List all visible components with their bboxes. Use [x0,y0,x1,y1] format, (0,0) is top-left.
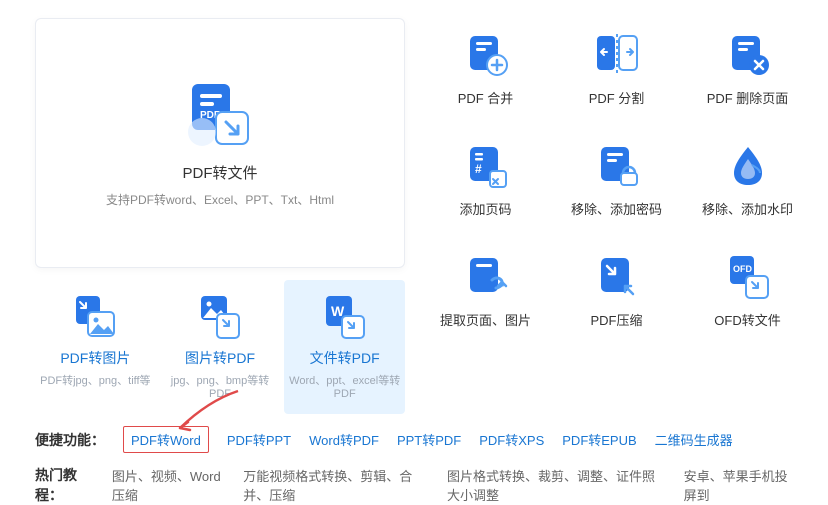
pdf-to-file-icon: PDF [184,78,256,150]
grid-label-1: PDF 分割 [560,88,673,107]
pdf-merge-card[interactable]: PDF 合并 [425,18,546,119]
sub-title-2: 文件转PDF [288,348,401,368]
pdf-extract-card[interactable]: 提取页面、图片 [425,240,546,341]
grid-label-4: 移除、添加密码 [560,199,673,218]
quick-label: 便捷功能： [35,430,105,450]
pdf-to-image-card[interactable]: PDF转图片 PDF转jpg、png、tiff等 [35,280,156,414]
add-page-numbers-icon: # [462,141,510,189]
grid-label-5: 移除、添加水印 [691,199,804,218]
grid-label-6: 提取页面、图片 [429,310,542,329]
grid-label-0: PDF 合并 [429,88,542,107]
quick-link-pdf-to-word[interactable]: PDF转Word [123,426,209,453]
ofd-convert-card[interactable]: OFD OFD转文件 [687,240,808,341]
hot-link-1[interactable]: 万能视频格式转换、剪辑、合并、压缩 [243,466,429,504]
quick-link-pdf-to-xps[interactable]: PDF转XPS [479,430,544,449]
add-page-numbers-card[interactable]: # 添加页码 [425,129,546,230]
grid-label-7: PDF压缩 [560,310,673,329]
hot-label: 热门教程： [35,465,94,505]
image-to-pdf-icon [197,294,243,340]
hero-subtitle: 支持PDF转word、Excel、PPT、Txt、Html [106,191,334,208]
grid-label-8: OFD转文件 [691,310,804,329]
pdf-password-card[interactable]: 移除、添加密码 [556,129,677,230]
pdf-delete-pages-card[interactable]: PDF 删除页面 [687,18,808,119]
grid-label-3: 添加页码 [429,199,542,218]
quick-link-pdf-to-epub[interactable]: PDF转EPUB [562,430,636,449]
file-to-pdf-icon: W [322,294,368,340]
hot-tutorials-row: 热门教程： 图片、视频、Word压缩 万能视频格式转换、剪辑、合并、压缩 图片格… [35,465,793,505]
sub-desc-2: Word、ppt、excel等转PDF [288,372,401,400]
hot-link-2[interactable]: 图片格式转换、裁剪、调整、证件照大小调整 [447,466,666,504]
svg-text:#: # [475,162,482,176]
pdf-watermark-card[interactable]: 移除、添加水印 [687,129,808,230]
ofd-convert-icon: OFD [724,252,772,300]
pdf-compress-card[interactable]: PDF压缩 [556,240,677,341]
pdf-password-icon [593,141,641,189]
pdf-to-file-card[interactable]: PDF PDF转文件 支持PDF转word、Excel、PPT、Txt、Html [35,18,405,268]
quick-link-word-to-pdf[interactable]: Word转PDF [309,430,379,449]
quick-functions-row: 便捷功能： PDF转Word PDF转PPT Word转PDF PPT转PDF … [35,426,793,453]
pdf-split-icon [593,30,641,78]
grid-label-2: PDF 删除页面 [691,88,804,107]
pdf-compress-icon [593,252,641,300]
svg-text:OFD: OFD [733,264,752,274]
sub-desc-1: jpg、png、bmp等转PDF [164,372,277,400]
quick-link-qrcode[interactable]: 二维码生成器 [655,430,733,449]
quick-link-pdf-to-ppt[interactable]: PDF转PPT [227,430,291,449]
sub-title-1: 图片转PDF [164,348,277,368]
quick-link-ppt-to-pdf[interactable]: PPT转PDF [397,430,461,449]
sub-title-0: PDF转图片 [39,348,152,368]
hot-link-3[interactable]: 安卓、苹果手机投屏到 [684,466,793,504]
pdf-extract-icon [462,252,510,300]
pdf-split-card[interactable]: PDF 分割 [556,18,677,119]
pdf-to-image-icon [72,294,118,340]
hot-link-0[interactable]: 图片、视频、Word压缩 [112,466,225,504]
image-to-pdf-card[interactable]: 图片转PDF jpg、png、bmp等转PDF [160,280,281,414]
sub-desc-0: PDF转jpg、png、tiff等 [39,372,152,388]
pdf-delete-pages-icon [724,30,772,78]
hero-title: PDF转文件 [182,162,257,183]
pdf-watermark-icon [724,141,772,189]
pdf-merge-icon [462,30,510,78]
file-to-pdf-card[interactable]: W 文件转PDF Word、ppt、excel等转PDF [284,280,405,414]
